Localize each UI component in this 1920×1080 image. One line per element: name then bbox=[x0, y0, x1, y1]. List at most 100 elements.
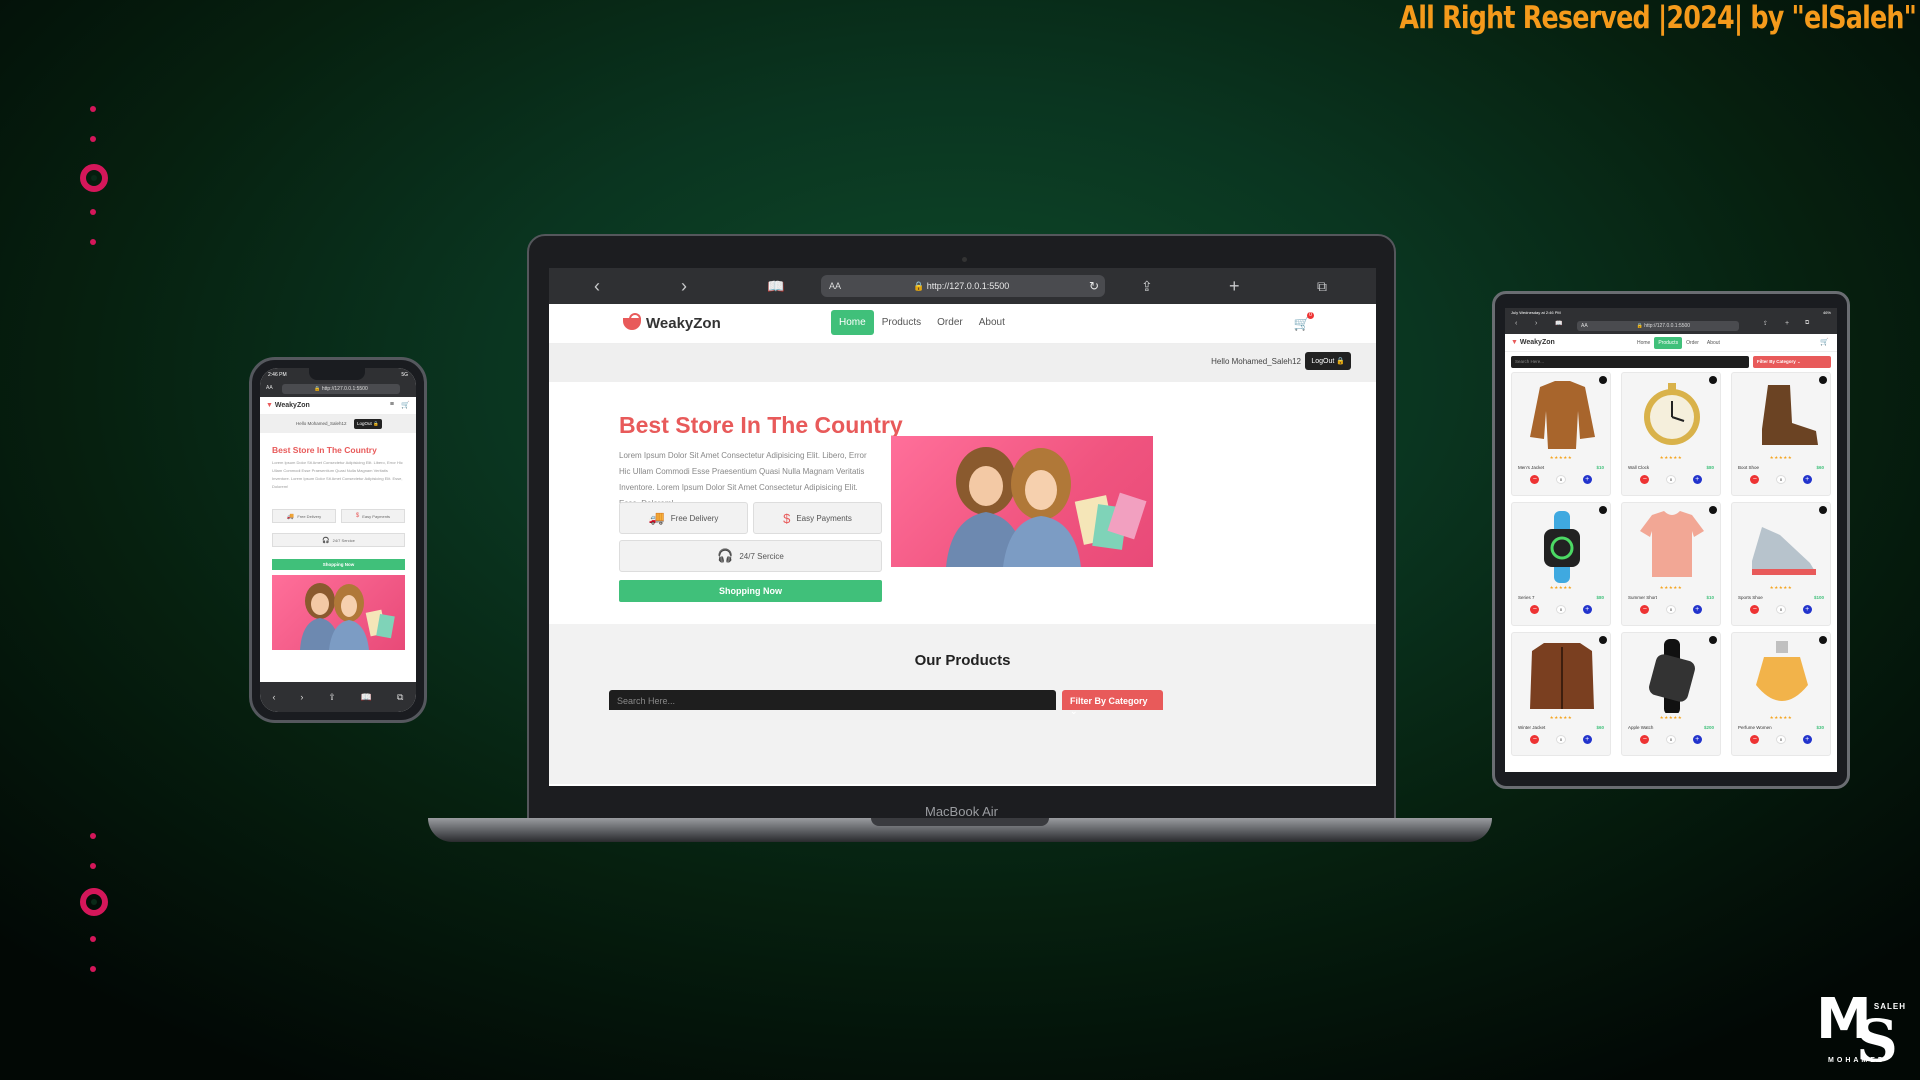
share-icon[interactable]: ⇪ bbox=[1141, 276, 1153, 296]
increase-button[interactable]: + bbox=[1582, 475, 1592, 484]
decrease-button[interactable]: − bbox=[1640, 605, 1650, 614]
phone-tabs-icon[interactable]: ⧉ bbox=[397, 692, 403, 703]
increase-button[interactable]: + bbox=[1802, 735, 1812, 744]
decrease-button[interactable]: − bbox=[1530, 605, 1540, 614]
favorite-icon[interactable] bbox=[1709, 506, 1717, 514]
tablet-nav-order[interactable]: Order bbox=[1682, 337, 1703, 349]
tablet-search-input[interactable]: Search Here... bbox=[1511, 356, 1749, 368]
decoration-top bbox=[80, 106, 108, 246]
product-price: $10 bbox=[1706, 595, 1714, 600]
product-card[interactable]: ★★★★★ Series 7 $80 − 0 + bbox=[1511, 502, 1611, 626]
phone-text-size[interactable]: AA bbox=[266, 385, 273, 391]
watch-icon bbox=[1518, 507, 1606, 583]
phone-url[interactable]: 🔒 http://127.0.0.1:5500 bbox=[282, 384, 400, 394]
cart-icon[interactable]: 🛒 0 bbox=[1294, 312, 1314, 332]
logout-button[interactable]: LogOut 🔒 bbox=[1305, 352, 1351, 370]
tablet-battery: 46% bbox=[1822, 310, 1831, 315]
favorite-icon[interactable] bbox=[1709, 376, 1717, 384]
tablet-nav-about[interactable]: About bbox=[1703, 337, 1724, 349]
brand[interactable]: WeakyZon bbox=[623, 312, 721, 332]
shopping-now-button[interactable]: Shopping Now bbox=[619, 580, 882, 602]
tablet-back-icon[interactable]: ‹ bbox=[1515, 320, 1517, 327]
product-card[interactable]: ★★★★★ Wall Clock $80 − 0 + bbox=[1621, 372, 1721, 496]
tablet-date: July Wednesday at 2:46 PM bbox=[1511, 310, 1561, 315]
product-card[interactable]: ★★★★★ Sports Shoe $100 − 0 + bbox=[1731, 502, 1831, 626]
product-search-input[interactable]: Search Here... bbox=[609, 690, 1056, 710]
phone-cart-icon[interactable]: 🛒 bbox=[401, 401, 410, 409]
tablet-share-icon[interactable]: ⇪ bbox=[1763, 320, 1768, 327]
cart-badge: 0 bbox=[1307, 312, 1314, 319]
tablet-address-bar[interactable]: AA 🔒 http://127.0.0.1:5500 bbox=[1577, 321, 1739, 331]
phone-share-icon[interactable]: ⇪ bbox=[328, 692, 336, 703]
logo-bottom-text: MOHAMED bbox=[1828, 1057, 1886, 1064]
increase-button[interactable]: + bbox=[1692, 605, 1702, 614]
increase-button[interactable]: + bbox=[1692, 735, 1702, 744]
favorite-icon[interactable] bbox=[1819, 376, 1827, 384]
product-price: $10 bbox=[1596, 465, 1604, 470]
nav-home[interactable]: Home bbox=[831, 310, 874, 335]
increase-button[interactable]: + bbox=[1802, 475, 1812, 484]
phone-hero-image bbox=[272, 575, 405, 650]
product-card[interactable]: ★★★★★ Boot Shoe $60 − 0 + bbox=[1731, 372, 1831, 496]
reload-icon[interactable]: ↻ bbox=[1089, 279, 1099, 293]
phone-bookmarks-icon[interactable]: 📖 bbox=[361, 692, 372, 703]
decrease-button[interactable]: − bbox=[1640, 735, 1650, 744]
hamburger-icon[interactable]: ≡ bbox=[390, 401, 394, 408]
phone-back-icon[interactable]: ‹ bbox=[272, 692, 275, 702]
tablet-new-tab-icon[interactable]: + bbox=[1785, 320, 1789, 327]
favorite-icon[interactable] bbox=[1599, 636, 1607, 644]
tablet-nav-home[interactable]: Home bbox=[1633, 337, 1654, 349]
decrease-button[interactable]: − bbox=[1750, 735, 1760, 744]
phone-forward-icon[interactable]: › bbox=[300, 692, 303, 702]
tablet-nav-products[interactable]: Products bbox=[1654, 337, 1683, 349]
phone-logout-button[interactable]: LogOut 🔒 bbox=[354, 419, 382, 429]
favorite-icon[interactable] bbox=[1709, 636, 1717, 644]
tablet-bookmarks-icon[interactable]: 📖 bbox=[1555, 320, 1562, 327]
increase-button[interactable]: + bbox=[1802, 605, 1812, 614]
nav-about[interactable]: About bbox=[971, 310, 1013, 335]
favorite-icon[interactable] bbox=[1599, 506, 1607, 514]
address-bar[interactable]: AA 🔒 http://127.0.0.1:5500 ↻ bbox=[821, 275, 1105, 297]
camera bbox=[962, 257, 967, 262]
quantity-stepper: − 0 + bbox=[1622, 475, 1720, 484]
favorite-icon[interactable] bbox=[1819, 506, 1827, 514]
product-card[interactable]: ★★★★★ Apple Watch $200 − 0 + bbox=[1621, 632, 1721, 756]
phone-shopping-now-button[interactable]: Shopping Now bbox=[272, 559, 405, 570]
tablet-brand[interactable]: ▼ WeakyZon bbox=[1511, 339, 1555, 346]
product-card[interactable]: ★★★★★ Winter Jacket $60 − 0 + bbox=[1511, 632, 1611, 756]
tablet-cart-icon[interactable]: 🛒 bbox=[1820, 338, 1829, 346]
tablet-filter-select[interactable]: Filter By Category ⌄ bbox=[1753, 356, 1831, 368]
decrease-button[interactable]: − bbox=[1530, 475, 1540, 484]
browser-toolbar: ‹ › 📖 AA 🔒 http://127.0.0.1:5500 ↻ ⇪ + ⧉ bbox=[549, 268, 1376, 304]
favorite-icon[interactable] bbox=[1599, 376, 1607, 384]
decrease-button[interactable]: − bbox=[1750, 475, 1760, 484]
product-card[interactable]: ★★★★★ Perfume Women $30 − 0 + bbox=[1731, 632, 1831, 756]
decrease-button[interactable]: − bbox=[1530, 735, 1540, 744]
tablet-navbar: ▼ WeakyZon Home Products Order About 🛒 bbox=[1505, 334, 1837, 352]
bookmarks-icon[interactable]: 📖 bbox=[767, 276, 784, 296]
tablet-forward-icon[interactable]: › bbox=[1535, 320, 1537, 327]
increase-button[interactable]: + bbox=[1582, 605, 1592, 614]
forward-icon[interactable]: › bbox=[681, 276, 687, 296]
phone-address-bar[interactable]: AA 🔒 http://127.0.0.1:5500 bbox=[260, 382, 416, 397]
tablet-tabs-icon[interactable]: ⧉ bbox=[1805, 320, 1809, 327]
increase-button[interactable]: + bbox=[1582, 735, 1592, 744]
nav-order[interactable]: Order bbox=[929, 310, 971, 335]
increase-button[interactable]: + bbox=[1692, 475, 1702, 484]
phone-brand[interactable]: ▼ WeakyZon bbox=[266, 402, 310, 409]
text-size-button[interactable]: AA bbox=[829, 281, 841, 291]
products-title: Our Products bbox=[914, 652, 1011, 669]
favorite-icon[interactable] bbox=[1819, 636, 1827, 644]
product-card[interactable]: ★★★★★ Summer Short $10 − 0 + bbox=[1621, 502, 1721, 626]
product-name: Perfume Women bbox=[1738, 725, 1772, 730]
decrease-button[interactable]: − bbox=[1750, 605, 1760, 614]
tabs-icon[interactable]: ⧉ bbox=[1317, 276, 1327, 296]
nav-products[interactable]: Products bbox=[874, 310, 929, 335]
decrease-button[interactable]: − bbox=[1640, 475, 1650, 484]
sneaker-icon bbox=[1738, 507, 1826, 583]
back-icon[interactable]: ‹ bbox=[594, 276, 600, 296]
clock-icon bbox=[1628, 377, 1716, 453]
product-card[interactable]: ★★★★★ Men's Jacket $10 − 0 + bbox=[1511, 372, 1611, 496]
new-tab-icon[interactable]: + bbox=[1229, 276, 1240, 296]
filter-category-select[interactable]: Filter By Category ⌄ bbox=[1062, 690, 1163, 716]
